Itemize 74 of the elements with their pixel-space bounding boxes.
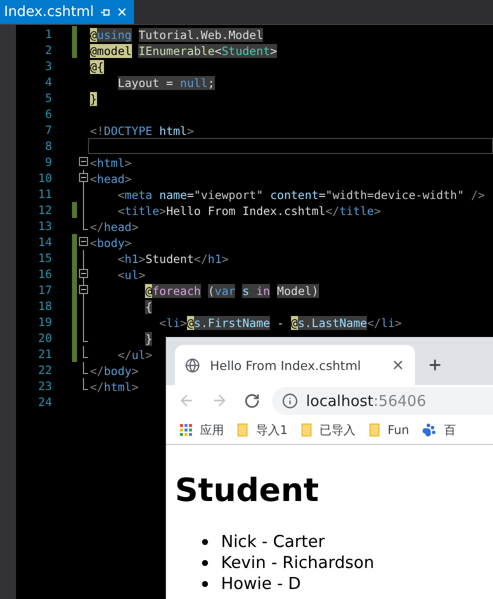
code-line: </ul> [116,347,154,362]
line-number: 7 [44,122,52,138]
apps-grid-icon [180,424,192,436]
line-number: 22 [37,362,52,378]
code-line: @model IEnumerable<Student> [89,43,278,58]
line-number: 14 [37,234,52,250]
code-line: </html> [89,379,140,394]
bullet-icon [202,560,208,566]
close-icon[interactable] [391,358,405,372]
info-icon[interactable] [282,392,298,408]
address-bar[interactable]: localhost:56406 [272,386,493,414]
browser-tab[interactable]: Hello From Index.cshtml [175,345,415,385]
line-number: 9 [44,154,52,170]
code-line: <!DOCTYPE html> [89,123,195,138]
line-number: 8 [44,138,52,154]
line-number: 20 [37,330,52,346]
list-item: Howie - D [221,574,301,593]
new-tab-icon[interactable] [427,357,443,373]
line-number: 17 [37,282,52,298]
code-line: <title>Hello From Index.cshtml</title> [116,203,382,218]
page-heading: Student [175,471,320,509]
globe-icon [185,358,200,372]
line-number: 16 [37,266,52,282]
url-text: localhost:56406 [306,392,426,410]
line-number: 4 [44,74,52,90]
bullet-icon [202,538,208,544]
code-line: @using Tutorial.Web.Model [89,27,264,42]
bookmark[interactable]: 导入1 [237,422,288,438]
code-line: <li>@s.FirstName - @s.LastName</li> [158,315,403,330]
folder-icon [237,423,248,437]
collapse-icon[interactable] [79,237,88,246]
line-number: 5 [44,90,52,106]
code-line: <head> [89,171,133,186]
line-number: 3 [44,58,52,74]
line-number: 6 [44,106,52,122]
line-number: 19 [37,314,52,330]
paw-icon [422,423,436,437]
line-number: 21 [37,346,52,362]
folder-icon [368,423,380,437]
code-line: <ul> [116,267,146,282]
collapse-icon[interactable] [79,173,88,182]
line-number: 1 [44,26,52,42]
line-number: 11 [37,186,52,202]
line-number: 2 [44,42,52,58]
collapse-icon[interactable] [79,157,88,166]
line-number: 10 [37,170,52,186]
code-line: @foreach (var s in Model) [144,283,320,298]
code-line: </head> [89,219,140,234]
list-item: Nick - Carter [221,532,325,551]
code-line: <html> [89,155,133,170]
line-number: 24 [37,394,52,410]
line-number: 12 [37,202,52,218]
code-line: Layout = null; [116,75,216,90]
bookmark[interactable]: 百 [422,422,456,438]
line-number: 23 [37,378,52,394]
folder-icon [300,423,312,437]
code-line: <body> [89,235,133,250]
bookmark[interactable]: Fun [368,423,410,437]
line-number: 13 [37,218,52,234]
code-line: </body> [89,363,140,378]
editor-tab[interactable]: Index.cshtml [0,0,134,24]
code-line: <h1>Student</h1> [116,251,230,266]
list-item: Kevin - Richardson [221,553,374,572]
collapse-icon[interactable] [79,285,88,294]
line-number: 15 [37,250,52,266]
pin-icon[interactable] [100,8,110,16]
reload-icon[interactable] [244,392,260,408]
close-icon[interactable] [116,6,128,18]
bullet-icon [202,580,208,586]
bookmark[interactable]: 应用 [180,422,224,438]
line-number: 18 [37,298,52,314]
code-line: <meta name="viewport" content="width=device-width" /> [116,187,486,202]
bookmark[interactable]: 已导入 [300,422,356,438]
collapse-icon[interactable] [79,269,88,278]
